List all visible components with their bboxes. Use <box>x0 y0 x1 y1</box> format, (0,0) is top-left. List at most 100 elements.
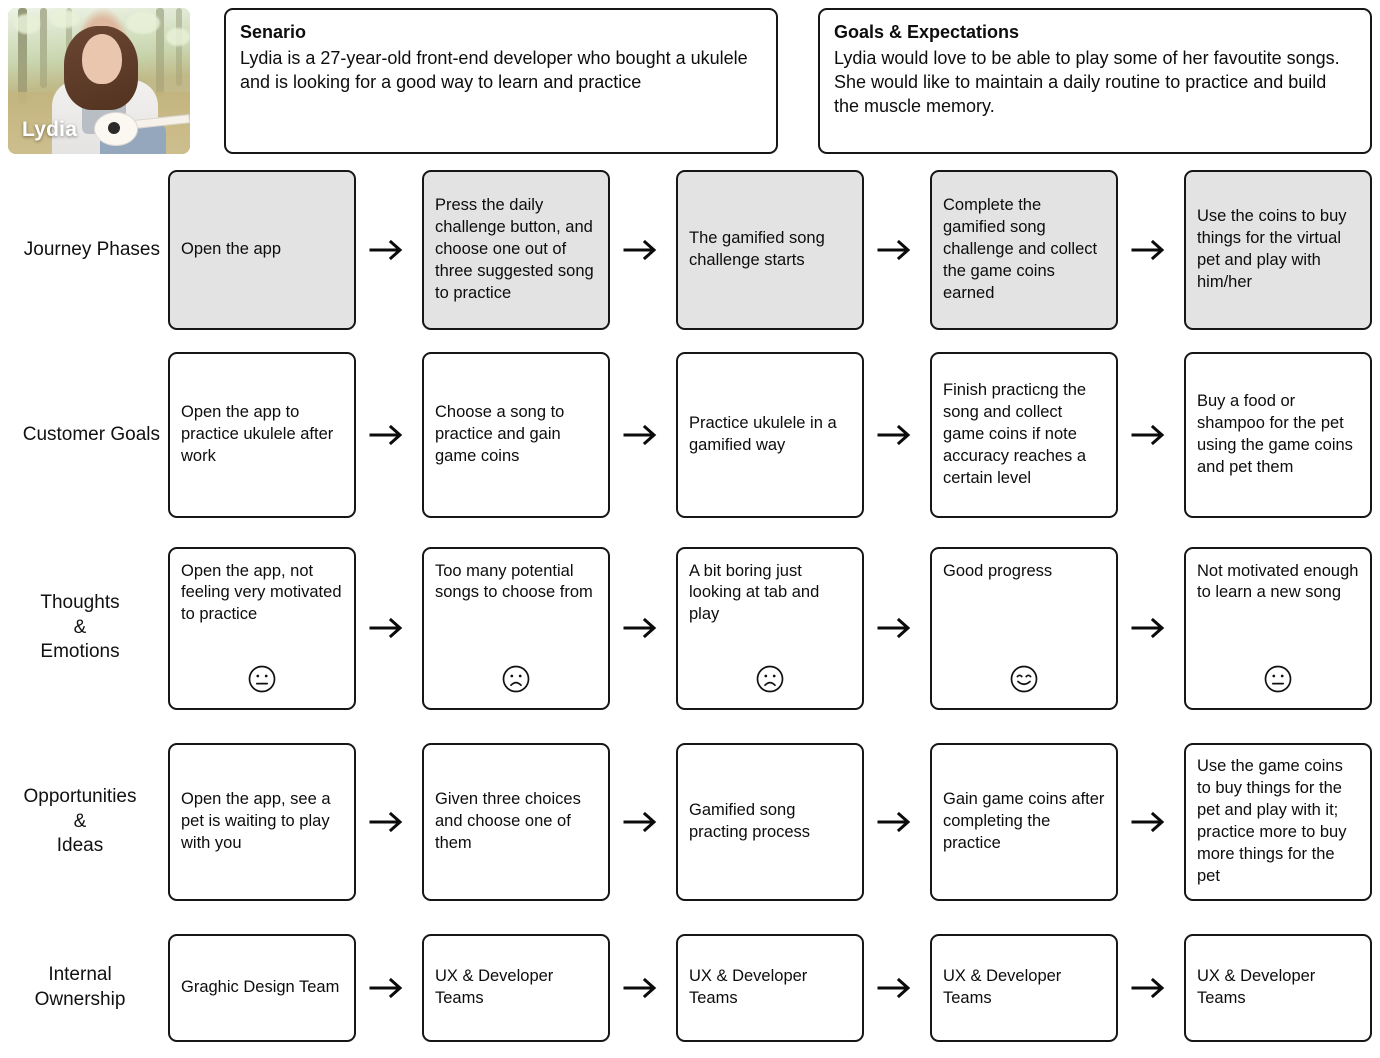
journey-cell-text: The gamified song challenge starts <box>689 229 825 269</box>
journey-cell[interactable]: Complete the gamified song challenge and… <box>930 170 1118 330</box>
journey-row: Thoughts & Emotions Open the app, not feeli… <box>0 530 1380 726</box>
row-label: Opportunities & Ideas <box>23 785 137 857</box>
scenario-card: Senario Lydia is a 27-year-old front-end… <box>224 8 778 154</box>
ukulele-soundhole-icon <box>108 122 120 134</box>
goals-card: Goals & Expectations Lydia would love to… <box>818 8 1372 154</box>
persona-header: Lydia Senario Lydia is a 27-year-old fro… <box>0 0 1380 160</box>
goals-title: Goals & Expectations <box>834 22 1020 42</box>
scenario-body: Lydia is a 27-year-old front-end develop… <box>240 47 748 92</box>
foliage-decoration <box>166 28 190 46</box>
arrow-right-icon <box>610 237 676 263</box>
arrow-right-icon <box>1118 237 1184 263</box>
journey-cell[interactable]: Buy a food or shampoo for the pet using … <box>1184 352 1372 518</box>
journey-row: Opportunities & Ideas Open the app, see a p… <box>0 726 1380 918</box>
row-label: Customer Goals <box>22 423 160 445</box>
tree-decoration <box>176 8 182 86</box>
journey-cell[interactable]: Use the coins to buy things for the virt… <box>1184 170 1372 330</box>
journey-cell-text: Finish practicng the song and collect ga… <box>943 381 1087 487</box>
journey-cell-text: Good progress <box>943 561 1053 580</box>
persona-figure-face <box>82 34 122 84</box>
journey-cell-text: Press the daily challenge button, and ch… <box>435 196 594 302</box>
journey-cell-text: Open the app, not feeling very motivated… <box>181 561 342 624</box>
journey-cell-text: Given three choices and choose one of th… <box>435 790 581 852</box>
arrow-right-icon <box>1118 422 1184 448</box>
journey-map-grid: Journey Phases Open the app Press the dail… <box>0 160 1380 1058</box>
foliage-decoration <box>14 14 40 34</box>
arrow-right-icon <box>864 809 930 835</box>
journey-cell[interactable]: Open the app, not feeling very motivated… <box>168 546 356 710</box>
sad-face-icon <box>424 664 608 694</box>
arrow-right-icon <box>356 422 422 448</box>
journey-cell-text: Choose a song to practice and gain game … <box>435 403 565 465</box>
row-cells: Open the app, see a pet is waiting to pl… <box>168 743 1372 901</box>
sad-face-icon <box>678 664 862 694</box>
journey-cell[interactable]: Practice ukulele in a gamified way <box>676 352 864 518</box>
journey-cell-text: UX & Developer Teams <box>1197 967 1316 1007</box>
arrow-right-icon <box>610 422 676 448</box>
journey-cell[interactable]: Gain game coins after completing the pra… <box>930 743 1118 901</box>
arrow-right-icon <box>1118 809 1184 835</box>
neutral-face-icon <box>170 664 354 694</box>
journey-cell-text: Open the app to practice ukulele after w… <box>181 403 334 465</box>
journey-cell-text: Use the coins to buy things for the virt… <box>1197 207 1347 291</box>
journey-cell-text: Gain game coins after completing the pra… <box>943 790 1105 852</box>
row-cells: Open the app Press the daily challenge bu… <box>168 170 1372 330</box>
journey-cell[interactable]: Graghic Design Team <box>168 934 356 1042</box>
journey-cell[interactable]: Gamified song practing process <box>676 743 864 901</box>
journey-cell-text: Open the app <box>181 240 281 259</box>
journey-cell[interactable]: Good progress <box>930 546 1118 710</box>
journey-cell-text: Buy a food or shampoo for the pet using … <box>1197 392 1353 476</box>
row-cells: Open the app, not feeling very motivated… <box>168 546 1372 710</box>
journey-cell-text: A bit boring just looking at tab and pla… <box>689 561 820 624</box>
arrow-right-icon <box>610 615 676 641</box>
journey-cell-text: Use the game coins to buy things for the… <box>1197 757 1347 885</box>
scenario-title: Senario <box>240 22 307 42</box>
journey-cell[interactable]: UX & Developer Teams <box>676 934 864 1042</box>
row-cells: Graghic Design Team UX & Developer Teams U… <box>168 934 1372 1042</box>
journey-cell-text: UX & Developer Teams <box>435 967 554 1007</box>
journey-cell-text: Open the app, see a pet is waiting to pl… <box>181 790 331 852</box>
journey-cell[interactable]: UX & Developer Teams <box>930 934 1118 1042</box>
row-label: Journey Phases <box>23 238 160 260</box>
journey-cell[interactable]: Use the game coins to buy things for the… <box>1184 743 1372 901</box>
arrow-right-icon <box>356 809 422 835</box>
journey-cell-text: Practice ukulele in a gamified way <box>689 414 837 454</box>
arrow-right-icon <box>610 809 676 835</box>
arrow-right-icon <box>864 615 930 641</box>
journey-row: Internal Ownership Graghic Design Team UX &… <box>0 918 1380 1058</box>
journey-cell-text: Complete the gamified song challenge and… <box>943 196 1098 302</box>
arrow-right-icon <box>864 422 930 448</box>
journey-cell[interactable]: Open the app to practice ukulele after w… <box>168 352 356 518</box>
journey-row: Customer Goals Open the app to practice u… <box>0 340 1380 530</box>
journey-cell[interactable]: Choose a song to practice and gain game … <box>422 352 610 518</box>
journey-cell[interactable]: The gamified song challenge starts <box>676 170 864 330</box>
arrow-right-icon <box>864 975 930 1001</box>
journey-cell[interactable]: Given three choices and choose one of th… <box>422 743 610 901</box>
journey-cell[interactable]: UX & Developer Teams <box>1184 934 1372 1042</box>
journey-cell[interactable]: Too many potential songs to choose from <box>422 546 610 710</box>
row-label: Thoughts & Emotions <box>40 591 120 663</box>
journey-cell[interactable]: UX & Developer Teams <box>422 934 610 1042</box>
goals-body: Lydia would love to be able to play some… <box>834 47 1340 116</box>
persona-photo-card: Lydia <box>8 8 190 154</box>
foliage-decoration <box>126 12 160 34</box>
journey-cell[interactable]: A bit boring just looking at tab and pla… <box>676 546 864 710</box>
journey-cell-text: UX & Developer Teams <box>943 967 1062 1007</box>
journey-cell[interactable]: Press the daily challenge button, and ch… <box>422 170 610 330</box>
journey-cell[interactable]: Finish practicng the song and collect ga… <box>930 352 1118 518</box>
neutral-face-icon <box>1186 664 1370 694</box>
arrow-right-icon <box>356 615 422 641</box>
journey-cell-text: Not motivated enough to learn a new song <box>1197 561 1359 602</box>
persona-name-label: Lydia <box>22 118 78 141</box>
arrow-right-icon <box>610 975 676 1001</box>
journey-cell-text: Gamified song practing process <box>689 801 811 841</box>
journey-cell[interactable]: Open the app, see a pet is waiting to pl… <box>168 743 356 901</box>
journey-row: Journey Phases Open the app Press the dail… <box>0 160 1380 340</box>
row-cells: Open the app to practice ukulele after w… <box>168 352 1372 518</box>
tree-decoration <box>40 8 47 88</box>
journey-cell[interactable]: Open the app <box>168 170 356 330</box>
arrow-right-icon <box>356 975 422 1001</box>
arrow-right-icon <box>1118 615 1184 641</box>
journey-cell[interactable]: Not motivated enough to learn a new song <box>1184 546 1372 710</box>
happy-face-icon <box>932 664 1116 694</box>
